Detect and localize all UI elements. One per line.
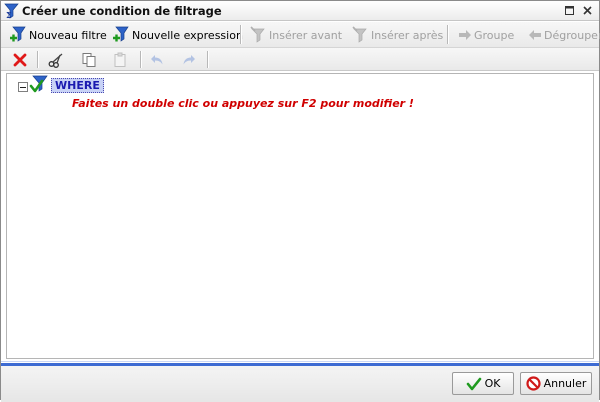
group-button[interactable]: Groupe (458, 24, 514, 46)
ok-label: OK (484, 377, 501, 390)
toolbar-separator (37, 51, 39, 68)
delete-button[interactable] (11, 51, 29, 68)
paste-icon (114, 52, 126, 67)
dialog-button-bar: OK Annuler (1, 363, 599, 402)
toolbar-separator (447, 25, 449, 44)
bottom-accent-line (1, 361, 599, 362)
funnel-check-icon (29, 75, 48, 93)
copy-button[interactable] (80, 51, 98, 68)
arrow-right-icon (459, 30, 471, 40)
undo-button[interactable] (148, 51, 166, 68)
funnel-plus-icon (113, 26, 129, 42)
cancel-button[interactable]: Annuler (520, 372, 592, 395)
funnel-insert-icon (250, 26, 265, 43)
paste-button[interactable] (111, 51, 129, 68)
main-toolbar: Nouveau filtre Nouvelle expression Insér… (1, 22, 600, 48)
toolbar-separator (140, 51, 142, 68)
ungroup-button[interactable]: Dégrouper (528, 24, 600, 46)
check-icon (466, 377, 481, 390)
redo-button[interactable] (179, 51, 197, 68)
svg-text:Σ: Σ (6, 10, 12, 19)
insert-before-label: Insérer avant (269, 28, 343, 42)
new-filter-label: Nouveau filtre (29, 28, 107, 42)
maximize-icon[interactable] (564, 5, 575, 16)
redo-icon (183, 55, 195, 65)
cut-button[interactable] (47, 51, 65, 68)
filter-tree-panel[interactable]: WHERE Faites un double clic ou appuyez s… (6, 73, 594, 359)
tree-collapse-toggle[interactable] (18, 82, 28, 92)
close-icon[interactable] (582, 5, 593, 16)
filter-condition-dialog: Σ Créer une condition de filtrage Nouvea… (0, 0, 600, 402)
arrow-left-icon (529, 30, 541, 40)
filter-sigma-icon: Σ (4, 3, 19, 19)
toolbar-separator (240, 25, 242, 44)
group-label: Groupe (474, 28, 515, 42)
new-expression-label: Nouvelle expression (132, 28, 243, 42)
insert-after-button[interactable]: Insérer après (351, 24, 443, 46)
red-x-icon (13, 53, 27, 66)
new-expression-button[interactable]: Nouvelle expression (112, 24, 243, 46)
ok-button[interactable]: OK (452, 372, 514, 395)
ungroup-label: Dégrouper (544, 28, 600, 42)
insert-after-label: Insérer après (371, 28, 444, 42)
scissors-icon (48, 53, 63, 68)
window-title: Créer une condition de filtrage (22, 4, 222, 18)
title-bar: Σ Créer une condition de filtrage (1, 1, 599, 21)
funnel-insert-icon (352, 26, 367, 43)
undo-icon (150, 55, 162, 65)
no-entry-icon (525, 376, 541, 391)
toolbar-separator (207, 51, 209, 68)
copy-icon (82, 52, 96, 67)
cancel-label: Annuler (543, 377, 587, 390)
edit-hint-text: Faites un double clic ou appuyez sur F2 … (72, 97, 414, 110)
where-node[interactable]: WHERE (51, 78, 104, 93)
new-filter-button[interactable]: Nouveau filtre (9, 24, 107, 46)
funnel-plus-icon (10, 26, 26, 42)
insert-before-button[interactable]: Insérer avant (249, 24, 342, 46)
